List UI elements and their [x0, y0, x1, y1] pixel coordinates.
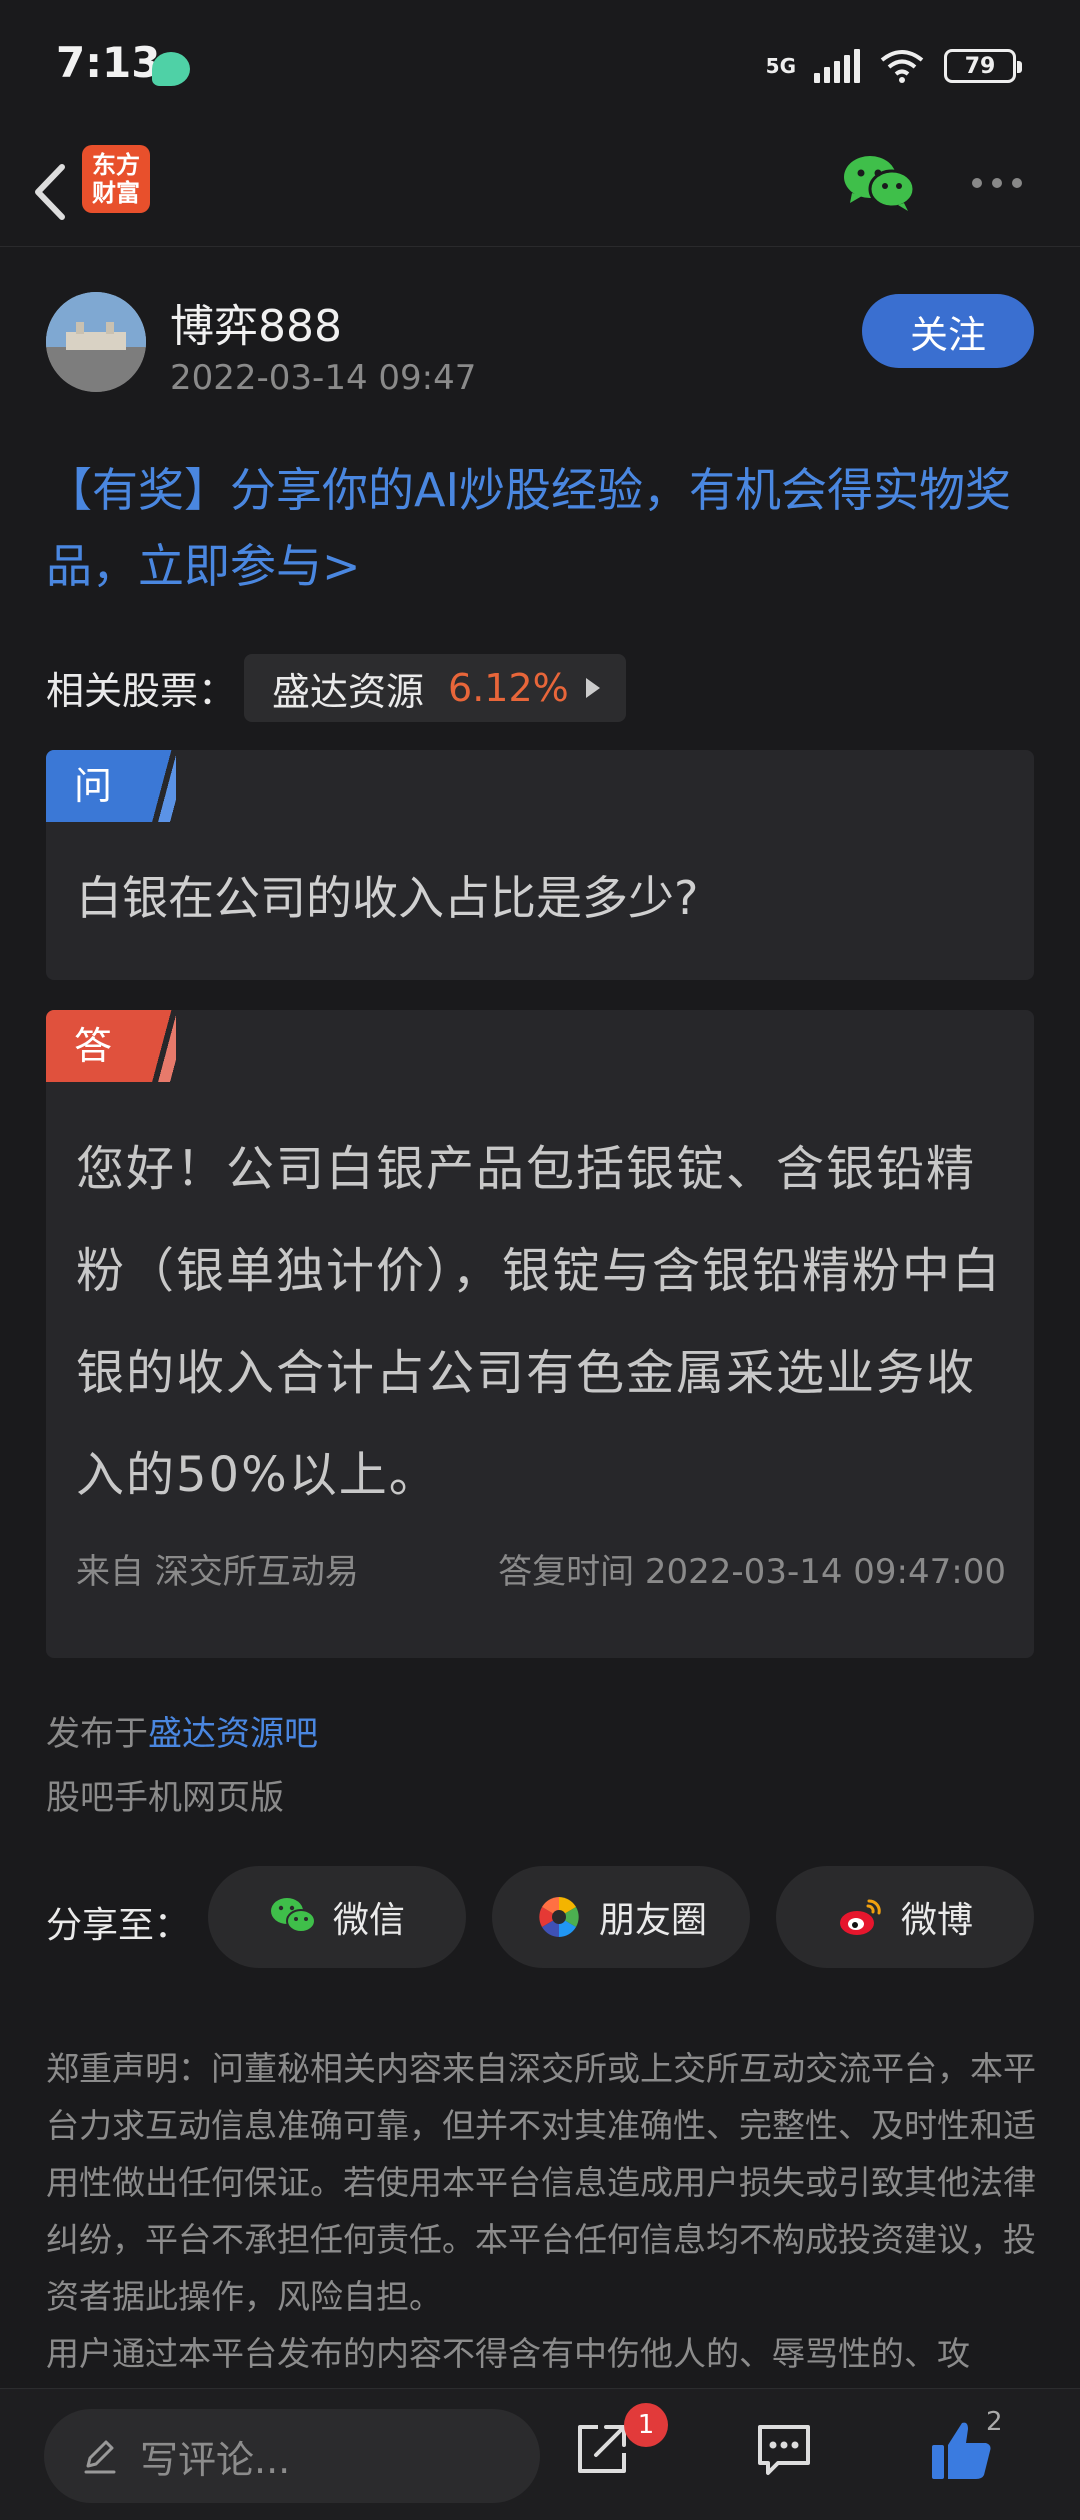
pencil-icon [84, 2440, 116, 2474]
share-moments-label: 朋友圈 [598, 1900, 707, 1941]
logo-line-2: 财富 [92, 179, 140, 207]
share-icon[interactable] [572, 2419, 632, 2479]
share-wechat-button[interactable]: 微信 [208, 1866, 466, 1968]
stock-bar-link[interactable]: 盛达资源吧 [148, 1714, 318, 1754]
wifi-icon [880, 50, 924, 83]
status-time: 7:13 [56, 38, 161, 87]
answer-text: 您好！公司白银产品包括银锭、含银铅精粉（银单独计价），银锭与含银铅精粉中白银的收… [76, 1141, 1003, 1503]
like-count: 2 [986, 2407, 1003, 2437]
author-name[interactable]: 博弈888 [170, 290, 342, 354]
question-tag: 问 [46, 750, 176, 822]
follow-button[interactable]: 关注 [862, 294, 1034, 368]
avatar-image [46, 292, 146, 392]
share-moments-button[interactable]: 朋友圈 [492, 1866, 750, 1968]
play-arrow-icon [586, 678, 600, 698]
share-wechat-label: 微信 [332, 1900, 405, 1941]
promo-link[interactable]: 【有奖】分享你的AI炒股经验，有机会得实物奖品，立即参与> [46, 452, 1036, 604]
weibo-icon [839, 1899, 881, 1935]
nav-bar: 东方 财富 [0, 135, 1080, 247]
battery-level: 79 [964, 53, 996, 79]
comment-icon[interactable] [754, 2421, 814, 2477]
status-bar: 7:13 5G 79 [0, 0, 1080, 135]
related-stock-chip[interactable]: 盛达资源 6.12% [244, 654, 626, 722]
question-card: 问 白银在公司的收入占比是多少? [46, 750, 1034, 980]
signal-icon [814, 49, 860, 83]
disclaimer-text: 郑重声明：问董秘相关内容来自深交所或上交所互动交流平台，本平台力求互动信息准确可… [46, 2049, 1036, 2373]
status-indicators: 5G 79 [765, 44, 1022, 88]
share-weibo-button[interactable]: 微博 [776, 1866, 1034, 1968]
comment-input[interactable]: 写评论... [44, 2409, 540, 2503]
question-text: 白银在公司的收入占比是多少? [76, 871, 699, 925]
notification-icon [152, 52, 190, 86]
related-stocks-label: 相关股票： [46, 669, 237, 713]
avatar[interactable] [46, 292, 146, 392]
back-icon[interactable] [22, 157, 82, 227]
wechat-icon [270, 1898, 316, 1933]
bottom-action-bar: 写评论... 1 2 [0, 2388, 1080, 2520]
answer-tag: 答 [46, 1010, 176, 1082]
comment-placeholder: 写评论... [140, 2437, 291, 2482]
published-in: 发布于盛达资源吧 [46, 1706, 318, 1755]
more-icon[interactable] [972, 175, 1032, 191]
published-channel: 股吧手机网页版 [46, 1778, 284, 1818]
logo-line-1: 东方 [92, 151, 140, 179]
thumbs-up-icon[interactable] [928, 2419, 994, 2483]
moments-icon [539, 1897, 579, 1937]
answer-reply-time: 答复时间 2022-03-14 09:47:00 [498, 1552, 1006, 1592]
stock-change: 6.12% [448, 666, 569, 710]
share-weibo-label: 微博 [900, 1900, 973, 1941]
wechat-share-icon[interactable] [842, 151, 918, 215]
published-prefix: 发布于 [46, 1714, 148, 1754]
answer-source: 来自 深交所互动易 [76, 1552, 359, 1592]
app-logo: 东方 财富 [82, 145, 150, 213]
post-time: 2022-03-14 09:47 [170, 358, 477, 398]
network-type: 5G [765, 54, 796, 78]
share-count-badge: 1 [624, 2403, 668, 2447]
stock-name: 盛达资源 [272, 669, 425, 714]
answer-card: 答 您好！公司白银产品包括银锭、含银铅精粉（银单独计价），银锭与含银铅精粉中白银… [46, 1010, 1034, 1658]
share-label: 分享至： [46, 1905, 191, 1946]
battery-icon: 79 [944, 49, 1022, 83]
